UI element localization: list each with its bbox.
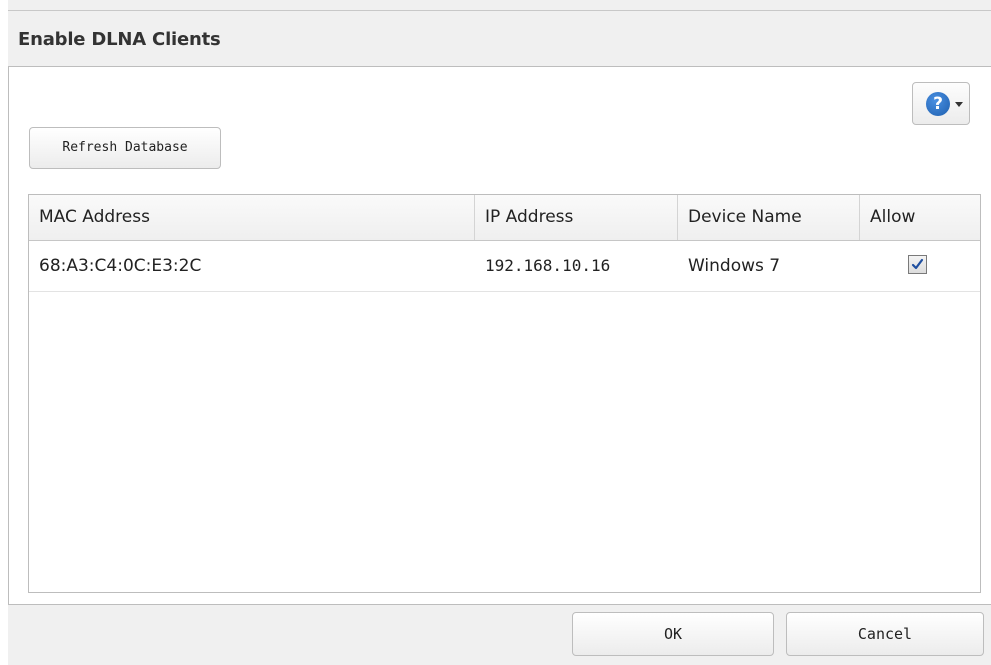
dialog-title-bar: Enable DLNA Clients (8, 10, 991, 66)
table-header: MAC Address IP Address Device Name Allow (29, 195, 980, 241)
chevron-down-icon (955, 102, 963, 107)
dialog-title: Enable DLNA Clients (18, 29, 221, 50)
column-header-device-name[interactable]: Device Name (678, 195, 859, 240)
cell-mac-address: 68:A3:C4:0C:E3:2C (39, 256, 202, 276)
table-row[interactable]: 68:A3:C4:0C:E3:2C 192.168.10.16 Windows … (29, 241, 980, 292)
cell-ip-address: 192.168.10.16 (485, 256, 611, 275)
cell-device-name: Windows 7 (688, 256, 781, 276)
refresh-database-button[interactable]: Refresh Database (29, 127, 221, 169)
allow-checkbox[interactable] (908, 255, 927, 274)
column-header-mac-address[interactable]: MAC Address (29, 195, 474, 240)
help-button[interactable]: ? (912, 82, 970, 125)
column-header-ip-address[interactable]: IP Address (475, 195, 677, 240)
cancel-button[interactable]: Cancel (786, 612, 984, 656)
dlna-clients-dialog: Enable DLNA Clients ? Refresh Database M… (0, 0, 991, 665)
help-icon: ? (926, 92, 950, 116)
dlna-clients-table: MAC Address IP Address Device Name Allow… (28, 194, 981, 593)
dialog-left-edge (0, 0, 8, 665)
checkmark-icon (911, 258, 924, 270)
ok-button[interactable]: OK (572, 612, 774, 656)
column-header-allow[interactable]: Allow (860, 195, 980, 240)
